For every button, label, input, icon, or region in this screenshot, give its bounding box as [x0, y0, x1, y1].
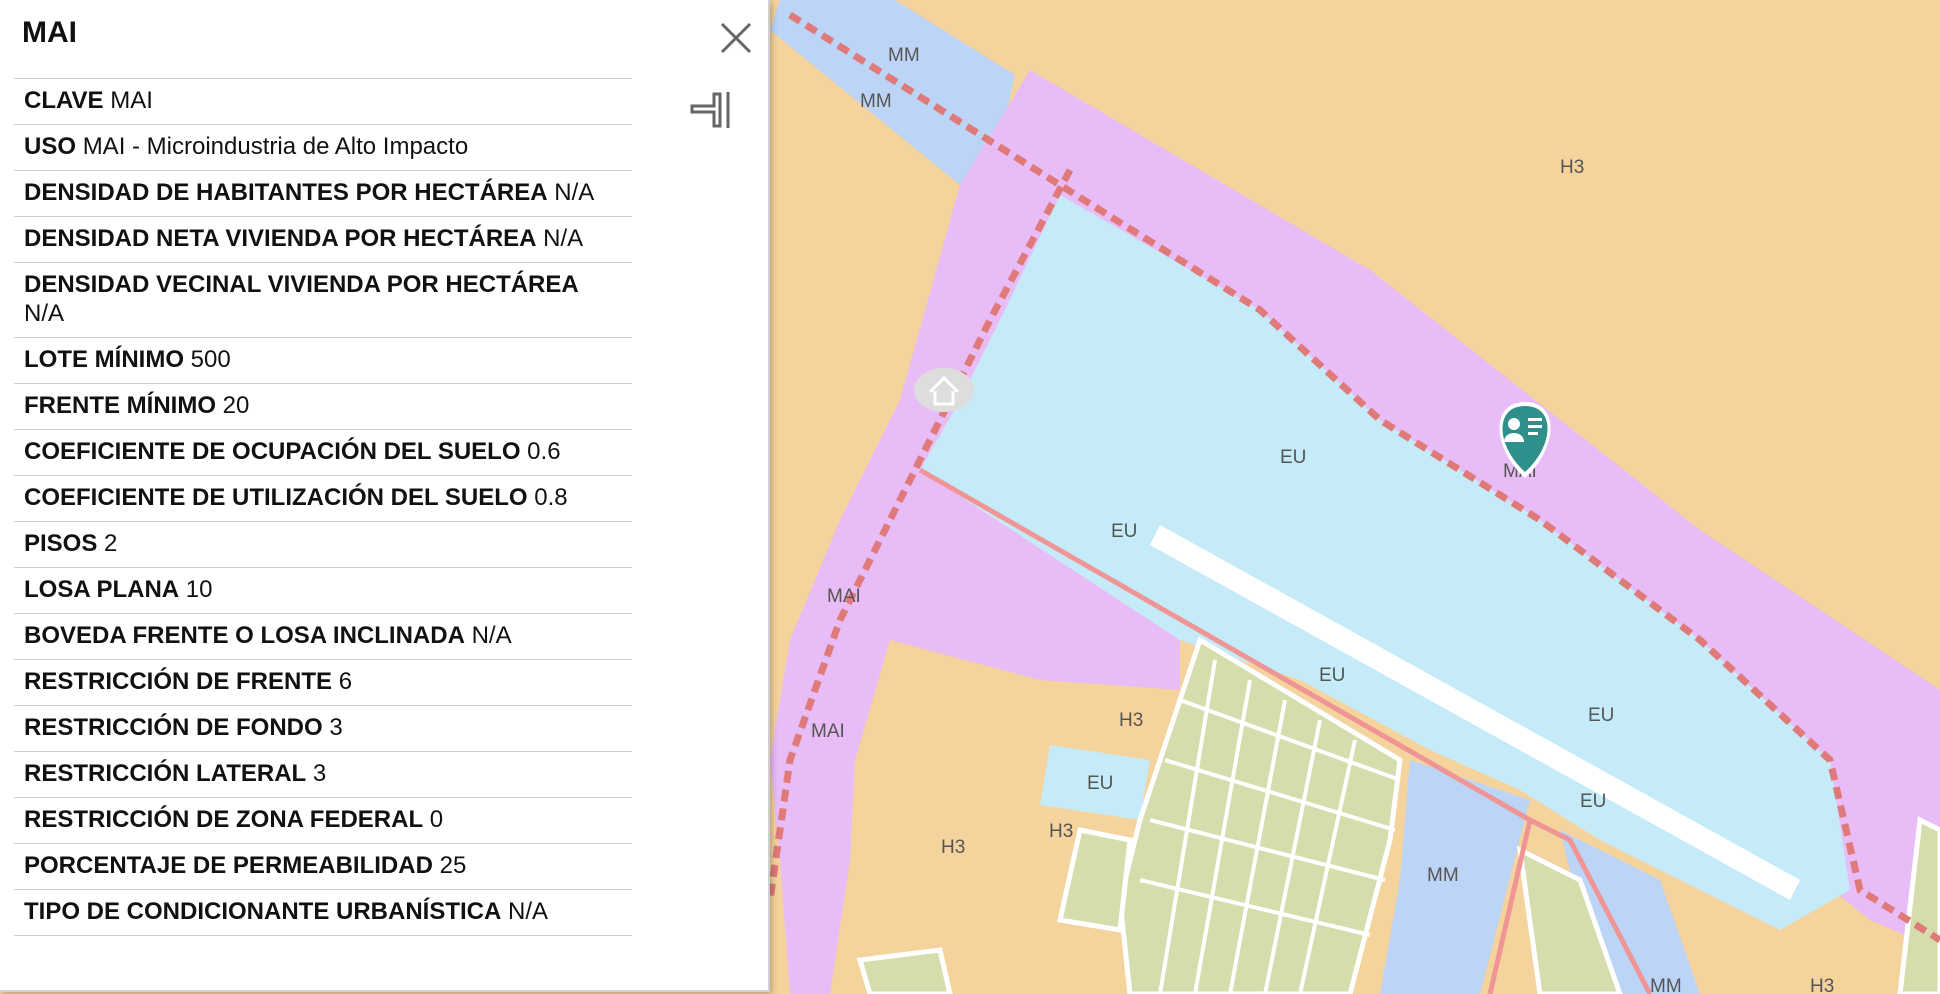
attribute-key: PORCENTAJE DE PERMEABILIDAD — [24, 852, 433, 879]
attribute-value: N/A — [24, 300, 65, 327]
attribute-key: LOTE MÍNIMO — [24, 346, 184, 373]
attribute-key: RESTRICCIÓN DE ZONA FEDERAL — [24, 806, 424, 833]
attribute-row: COEFICIENTE DE OCUPACIÓN DEL SUELO 0.6 — [14, 430, 632, 476]
attribute-value: N/A — [471, 622, 512, 649]
layer-toggle-button[interactable] — [688, 84, 734, 132]
attribute-row: BOVEDA FRENTE O LOSA INCLINADA N/A — [14, 614, 632, 660]
attribute-value: 0 — [429, 806, 444, 833]
attribute-key: TIPO DE CONDICIONANTE URBANÍSTICA — [24, 898, 502, 925]
zone-label: H3 — [1810, 976, 1834, 994]
attribute-row: CLAVE MAI — [14, 79, 632, 125]
zone-label: MM — [860, 91, 892, 112]
zone-label: EU — [1087, 773, 1113, 794]
attribute-row: RESTRICCIÓN DE FONDO 3 — [14, 706, 632, 752]
zone-label: MAI — [811, 721, 845, 742]
attribute-row: LOTE MÍNIMO 500 — [14, 338, 632, 384]
zone-label: H3 — [1119, 710, 1143, 731]
attribute-key: PISOS — [24, 530, 98, 557]
attribute-value: 20 — [222, 392, 250, 419]
attribute-value: 10 — [185, 576, 213, 603]
attribute-key: USO — [24, 133, 77, 160]
attribute-row: RESTRICCIÓN DE FRENTE 6 — [14, 660, 632, 706]
attribute-key: RESTRICCIÓN DE FRENTE — [24, 668, 333, 695]
attribute-key: COEFICIENTE DE UTILIZACIÓN DEL SUELO — [24, 484, 528, 511]
attribute-value: 500 — [190, 346, 231, 373]
attribute-value: 0.8 — [534, 484, 568, 511]
zone-label: EU — [1111, 521, 1137, 542]
attribute-key: FRENTE MÍNIMO — [24, 392, 216, 419]
attribute-key: LOSA PLANA — [24, 576, 180, 603]
attribute-list: CLAVE MAI USO MAI - Microindustria de Alt… — [14, 78, 632, 936]
attribute-key: DENSIDAD NETA VIVIENDA POR HECTÁREA — [24, 225, 537, 252]
close-button[interactable] — [716, 18, 756, 58]
attribute-row: RESTRICCIÓN DE ZONA FEDERAL 0 — [14, 798, 632, 844]
attribute-value: 0.6 — [527, 438, 561, 465]
zone-label: MM — [888, 45, 920, 66]
attribute-key: COEFICIENTE DE OCUPACIÓN DEL SUELO — [24, 438, 521, 465]
attribute-value: N/A — [543, 225, 584, 252]
attribute-row: FRENTE MÍNIMO 20 — [14, 384, 632, 430]
attribute-key: CLAVE — [24, 87, 104, 114]
attribute-key: RESTRICCIÓN LATERAL — [24, 760, 307, 787]
zone-label: EU — [1588, 705, 1614, 726]
attribute-value: 3 — [329, 714, 343, 741]
attribute-value: 25 — [439, 852, 467, 879]
attribute-value: N/A — [508, 898, 549, 925]
layer-toggle-icon — [690, 92, 730, 128]
attribute-row: LOSA PLANA 10 — [14, 568, 632, 614]
attribute-value: N/A — [554, 179, 595, 206]
attribute-value: 6 — [338, 668, 353, 695]
zone-label: MAI — [827, 586, 861, 607]
attribute-value: MAI - Microindustria de Alto Impacto — [82, 133, 469, 160]
attribute-key: BOVEDA FRENTE O LOSA INCLINADA — [24, 622, 465, 649]
attribute-key: RESTRICCIÓN DE FONDO — [24, 714, 323, 741]
attribute-value: MAI — [110, 87, 153, 114]
zone-label: H3 — [941, 837, 965, 858]
zone-label: EU — [1280, 447, 1306, 468]
attribute-row: TIPO DE CONDICIONANTE URBANÍSTICA N/A — [14, 890, 632, 936]
attribute-value: 3 — [312, 760, 327, 787]
attribute-row: RESTRICCIÓN LATERAL 3 — [14, 752, 632, 798]
attribute-row: DENSIDAD DE HABITANTES POR HECTÁREA N/A — [14, 171, 632, 217]
attribute-row: DENSIDAD VECINAL VIVIENDA POR HECTÁREA N… — [14, 263, 632, 338]
zone-label: H3 — [1049, 821, 1073, 842]
close-icon — [720, 22, 752, 54]
attribute-row: PORCENTAJE DE PERMEABILIDAD 25 — [14, 844, 632, 890]
attribute-row: USO MAI - Microindustria de Alto Impacto — [14, 125, 632, 171]
zone-label: EU — [1580, 791, 1606, 812]
attribute-key: DENSIDAD VECINAL VIVIENDA POR HECTÁREA — [24, 271, 579, 298]
zone-label: EU — [1319, 665, 1345, 686]
home-marker-icon[interactable] — [914, 368, 974, 412]
attribute-key: DENSIDAD DE HABITANTES POR HECTÁREA — [24, 179, 548, 206]
panel-title: MAI — [22, 16, 77, 49]
attribute-value: 2 — [104, 530, 118, 557]
zone-label: H3 — [1560, 157, 1584, 178]
zone-label: MM — [1650, 976, 1682, 994]
attribute-row: DENSIDAD NETA VIVIENDA POR HECTÁREA N/A — [14, 217, 632, 263]
attribute-row: PISOS 2 — [14, 522, 632, 568]
feature-info-panel: MAI CLAVE MAI USO MAI - Microindustria de… — [0, 0, 770, 992]
zone-label: MM — [1427, 865, 1459, 886]
attribute-row: COEFICIENTE DE UTILIZACIÓN DEL SUELO 0.8 — [14, 476, 632, 522]
